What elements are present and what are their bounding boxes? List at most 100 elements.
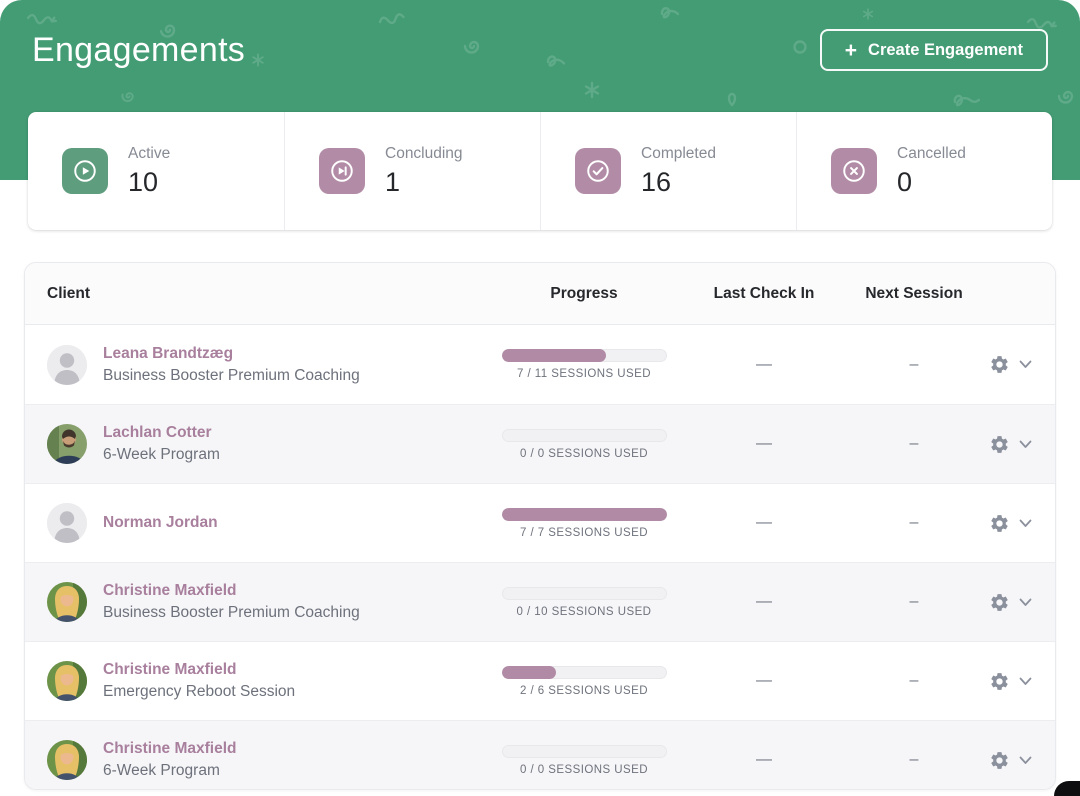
page-title: Engagements xyxy=(32,31,245,70)
stat-count: 0 xyxy=(897,167,966,198)
engagement-row[interactable]: Norman Jordan 7 / 7 SESSIONS USED — – xyxy=(25,483,1055,562)
client-cell: Christine Maxfield 6-Week Program xyxy=(25,740,479,780)
gear-icon xyxy=(989,592,1010,613)
client-name-link[interactable]: Christine Maxfield xyxy=(103,661,295,679)
row-settings-button[interactable] xyxy=(989,354,1010,375)
row-settings-button[interactable] xyxy=(989,513,1010,534)
sessions-used-label: 0 / 0 SESSIONS USED xyxy=(520,764,648,776)
progress-cell: 7 / 7 SESSIONS USED xyxy=(479,508,689,539)
column-header-next-session: Next Session xyxy=(839,285,989,303)
client-avatar xyxy=(47,740,87,780)
client-program: Emergency Reboot Session xyxy=(103,683,295,701)
client-program: 6-Week Program xyxy=(103,762,237,780)
row-expand-button[interactable] xyxy=(1019,360,1032,369)
sessions-used-label: 7 / 11 SESSIONS USED xyxy=(517,368,651,380)
next-session-value: – xyxy=(839,672,989,690)
table-header-row: Client Progress Last Check In Next Sessi… xyxy=(25,263,1055,325)
column-header-last-check-in: Last Check In xyxy=(689,285,839,303)
column-header-progress: Progress xyxy=(479,285,689,303)
table-body: Leana Brandtzæg Business Booster Premium… xyxy=(25,325,1055,790)
stat-card-cancelled[interactable]: Cancelled 0 xyxy=(796,112,1052,230)
row-expand-button[interactable] xyxy=(1019,519,1032,528)
progress-bar xyxy=(502,666,667,679)
row-actions xyxy=(989,354,1056,375)
client-name-link[interactable]: Leana Brandtzæg xyxy=(103,345,360,363)
stat-count: 16 xyxy=(641,167,716,198)
progress-cell: 2 / 6 SESSIONS USED xyxy=(479,666,689,697)
progress-bar-fill xyxy=(502,508,667,521)
last-check-in-value: — xyxy=(689,356,839,374)
chevron-down-icon xyxy=(1019,756,1032,765)
stat-label: Concluding xyxy=(385,145,463,163)
row-actions xyxy=(989,513,1056,534)
stat-card-concluding[interactable]: Concluding 1 xyxy=(284,112,540,230)
engagement-row[interactable]: Leana Brandtzæg Business Booster Premium… xyxy=(25,325,1055,404)
client-cell: Christine Maxfield Emergency Reboot Sess… xyxy=(25,661,479,701)
client-program: Business Booster Premium Coaching xyxy=(103,604,360,622)
progress-cell: 0 / 0 SESSIONS USED xyxy=(479,745,689,776)
chevron-down-icon xyxy=(1019,360,1032,369)
stat-label: Completed xyxy=(641,145,716,163)
engagement-row[interactable]: Christine Maxfield Business Booster Prem… xyxy=(25,562,1055,641)
client-avatar xyxy=(47,582,87,622)
gear-icon xyxy=(989,671,1010,692)
row-actions xyxy=(989,434,1056,455)
check-circle-icon xyxy=(575,148,621,194)
row-settings-button[interactable] xyxy=(989,592,1010,613)
last-check-in-value: — xyxy=(689,593,839,611)
next-session-value: – xyxy=(839,435,989,453)
person-placeholder-icon xyxy=(47,503,87,543)
gear-icon xyxy=(989,434,1010,455)
next-session-value: – xyxy=(839,751,989,769)
row-actions xyxy=(989,671,1056,692)
row-expand-button[interactable] xyxy=(1019,440,1032,449)
next-session-value: – xyxy=(839,593,989,611)
next-session-value: – xyxy=(839,514,989,532)
x-circle-icon xyxy=(831,148,877,194)
progress-bar xyxy=(502,508,667,521)
row-expand-button[interactable] xyxy=(1019,598,1032,607)
stat-card-active[interactable]: Active 10 xyxy=(28,112,284,230)
progress-bar xyxy=(502,429,667,442)
progress-bar-fill xyxy=(502,666,557,679)
engagement-row[interactable]: Christine Maxfield 6-Week Program 0 / 0 … xyxy=(25,720,1055,790)
client-name-link[interactable]: Norman Jordan xyxy=(103,514,218,532)
client-avatar xyxy=(47,345,87,385)
chevron-down-icon xyxy=(1019,440,1032,449)
client-avatar xyxy=(47,503,87,543)
row-expand-button[interactable] xyxy=(1019,756,1032,765)
row-expand-button[interactable] xyxy=(1019,677,1032,686)
stat-label: Active xyxy=(128,145,170,163)
client-avatar xyxy=(47,661,87,701)
sessions-used-label: 7 / 7 SESSIONS USED xyxy=(520,527,648,539)
client-avatar xyxy=(47,424,87,464)
engagement-row[interactable]: Lachlan Cotter 6-Week Program 0 / 0 SESS… xyxy=(25,404,1055,483)
progress-bar xyxy=(502,349,667,362)
client-cell: Norman Jordan xyxy=(25,503,479,543)
background-corner-decoration xyxy=(1054,781,1080,796)
column-header-client: Client xyxy=(25,285,479,303)
last-check-in-value: — xyxy=(689,751,839,769)
engagements-page: Engagements + Create Engagement Active 1… xyxy=(0,0,1080,796)
progress-cell: 7 / 11 SESSIONS USED xyxy=(479,349,689,380)
person-placeholder-icon xyxy=(47,345,87,385)
stat-card-completed[interactable]: Completed 16 xyxy=(540,112,796,230)
row-settings-button[interactable] xyxy=(989,750,1010,771)
last-check-in-value: — xyxy=(689,672,839,690)
progress-bar-fill xyxy=(502,349,607,362)
sessions-used-label: 2 / 6 SESSIONS USED xyxy=(520,685,648,697)
client-name-link[interactable]: Christine Maxfield xyxy=(103,582,360,600)
client-photo xyxy=(47,661,87,701)
progress-bar xyxy=(502,587,667,600)
last-check-in-value: — xyxy=(689,514,839,532)
client-program: 6-Week Program xyxy=(103,446,220,464)
row-settings-button[interactable] xyxy=(989,671,1010,692)
row-settings-button[interactable] xyxy=(989,434,1010,455)
client-name-link[interactable]: Christine Maxfield xyxy=(103,740,237,758)
sessions-used-label: 0 / 0 SESSIONS USED xyxy=(520,448,648,460)
client-photo xyxy=(47,740,87,780)
client-name-link[interactable]: Lachlan Cotter xyxy=(103,424,220,442)
engagement-row[interactable]: Christine Maxfield Emergency Reboot Sess… xyxy=(25,641,1055,720)
create-engagement-button[interactable]: + Create Engagement xyxy=(820,29,1048,71)
chevron-down-icon xyxy=(1019,598,1032,607)
